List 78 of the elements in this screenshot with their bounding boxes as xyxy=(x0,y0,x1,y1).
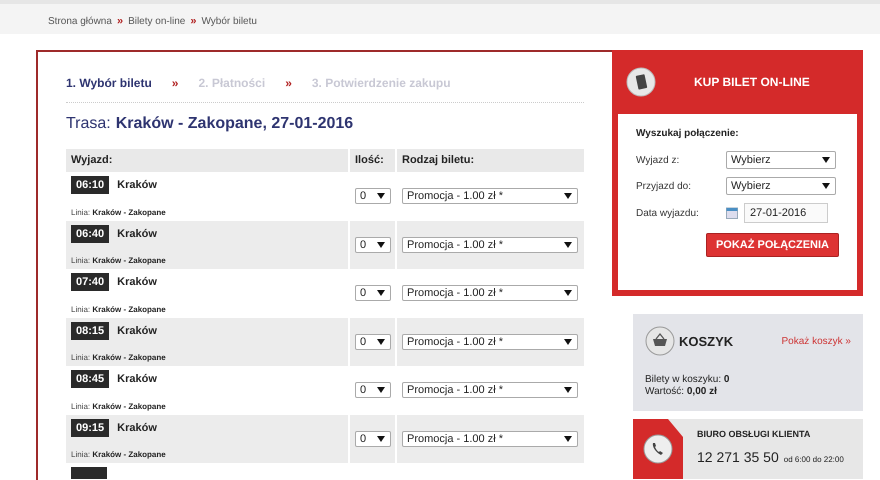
cart-summary-line: Bilety w koszyku: 0 xyxy=(645,374,730,386)
line-info: Linia: Kraków - Zakopane xyxy=(71,450,167,459)
panel-title: KUP BILET ON-LINE xyxy=(694,75,810,89)
ticket-type-select[interactable]: Promocja - 1.00 zł * xyxy=(402,236,578,253)
cart-summary-line: Wartość: 0,00 zł xyxy=(645,386,718,398)
caret-icon xyxy=(377,387,385,394)
breadcrumb-link[interactable]: Bilety on-line xyxy=(128,16,186,26)
ticket-type-select[interactable]: Promocja - 1.00 zł * xyxy=(402,382,578,398)
stop-name: Kraków xyxy=(117,373,157,385)
column-header: Ilość: xyxy=(350,149,395,172)
time-badge: 06:40 xyxy=(71,224,110,242)
caret-icon xyxy=(564,290,572,296)
caret-icon xyxy=(377,242,385,248)
caret-icon xyxy=(564,338,572,345)
opening-hours: od 6:00 do 22:00 xyxy=(784,455,844,464)
date-field[interactable]: 27-01-2016 xyxy=(744,203,828,223)
stop-name: Kraków xyxy=(117,179,157,191)
show-cart-link[interactable]: Pokaż koszyk » xyxy=(782,336,851,346)
quantity-select[interactable]: 0 xyxy=(355,430,391,447)
caret-icon xyxy=(377,193,385,200)
breadcrumb-separator: » xyxy=(116,15,124,27)
time-badge: 08:45 xyxy=(71,370,110,388)
ticket-type-select[interactable]: Promocja - 1.00 zł * xyxy=(402,430,578,447)
caret-icon xyxy=(377,436,385,442)
step-label: 1. Wybór biletu xyxy=(66,76,152,90)
cart-title: KOSZYK xyxy=(679,334,734,348)
phone-number: 12 271 35 50 xyxy=(697,449,779,465)
calendar-icon[interactable] xyxy=(726,207,738,219)
line-info: Linia: Kraków - Zakopane xyxy=(71,256,167,265)
station-select[interactable]: Wybierz xyxy=(726,151,836,169)
phone-icon xyxy=(643,434,673,464)
caret-icon xyxy=(822,157,830,163)
stop-name: Kraków xyxy=(117,422,157,434)
line-info: Linia: Kraków - Zakopane xyxy=(71,208,167,216)
time-badge: 09:15 xyxy=(71,418,110,436)
line-info: Linia: Kraków - Zakopane xyxy=(71,353,167,362)
service-title: BIURO OBSŁUGI KLIENTA xyxy=(697,429,812,439)
breadcrumb-separator: » xyxy=(190,15,196,27)
caret-icon xyxy=(822,183,830,189)
quantity-select[interactable]: 0 xyxy=(355,285,391,302)
quantity-select[interactable]: 0 xyxy=(355,382,391,398)
show-connections-button[interactable]: POKAŻ POŁĄCZENIA xyxy=(706,233,839,257)
time-badge: 07:40 xyxy=(71,273,110,291)
caret-icon xyxy=(377,290,385,296)
breadcrumb-current: Wybór biletu xyxy=(201,16,257,26)
ticket-icon xyxy=(626,67,656,97)
caret-icon xyxy=(377,338,385,345)
quantity-select[interactable]: 0 xyxy=(355,236,391,253)
step-separator: » xyxy=(285,76,292,90)
line-info: Linia: Kraków - Zakopane xyxy=(71,402,167,410)
column-header: Wyjazd: xyxy=(66,149,348,172)
caret-icon xyxy=(564,242,572,248)
ticket-type-select[interactable]: Promocja - 1.00 zł * xyxy=(402,285,578,302)
stop-name: Kraków xyxy=(117,228,157,240)
quantity-select[interactable]: 0 xyxy=(355,188,391,204)
time-badge xyxy=(71,467,107,479)
caret-icon xyxy=(564,387,572,394)
stop-name: Kraków xyxy=(117,324,157,336)
ticket-type-select[interactable]: Promocja - 1.00 zł * xyxy=(402,188,578,204)
ticket-type-select[interactable]: Promocja - 1.00 zł * xyxy=(402,334,578,350)
route-title: Kraków - Zakopane, 27-01-2016 xyxy=(116,115,354,133)
line-info: Linia: Kraków - Zakopane xyxy=(71,304,167,314)
breadcrumb-link[interactable]: Strona główna xyxy=(48,16,112,26)
field-label: Przyjazd do: xyxy=(636,180,692,192)
form-heading: Wyszukaj połączenie: xyxy=(636,128,740,139)
column-header: Rodzaj biletu: xyxy=(397,149,584,172)
quantity-select[interactable]: 0 xyxy=(355,334,391,350)
time-badge: 08:15 xyxy=(71,322,110,340)
caret-icon xyxy=(564,193,572,200)
stop-name: Kraków xyxy=(117,276,157,288)
caret-icon xyxy=(564,436,572,442)
step-separator: » xyxy=(172,76,178,90)
station-select[interactable]: Wybierz xyxy=(726,177,836,195)
field-label: Data wyjazdu: xyxy=(636,208,700,218)
field-label: Wyjazd z: xyxy=(636,154,680,166)
time-badge: 06:10 xyxy=(71,176,110,194)
basket-icon xyxy=(645,326,675,356)
route-label: Trasa: xyxy=(66,115,111,133)
